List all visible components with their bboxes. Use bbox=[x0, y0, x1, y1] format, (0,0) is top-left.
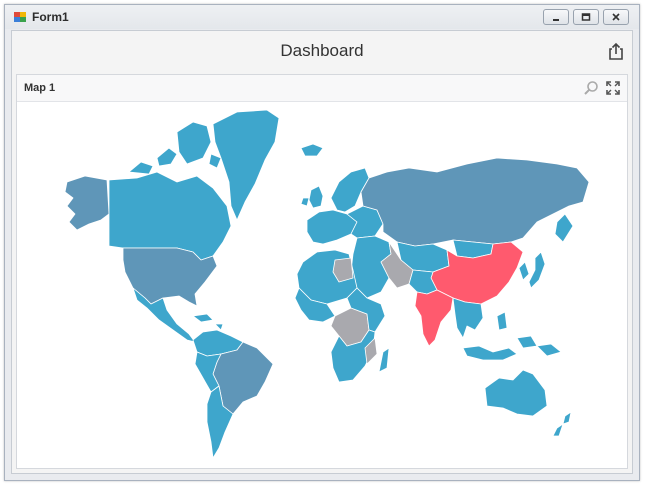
region-uk[interactable] bbox=[300, 185, 324, 209]
map-panel-title: Map 1 bbox=[24, 82, 56, 94]
minimize-button[interactable] bbox=[543, 9, 569, 25]
region-arctic-islands[interactable] bbox=[128, 121, 222, 175]
maximize-button[interactable] bbox=[573, 9, 599, 25]
region-alaska[interactable] bbox=[64, 175, 110, 231]
region-madagascar[interactable] bbox=[378, 347, 390, 373]
region-papua[interactable] bbox=[536, 343, 562, 357]
close-icon bbox=[612, 13, 620, 21]
dashboard-title: Dashboard bbox=[280, 41, 364, 60]
form-client-area: Dashboard Map 1 bbox=[11, 30, 633, 474]
region-new-zealand[interactable] bbox=[552, 411, 572, 437]
minimize-icon bbox=[553, 19, 559, 21]
region-japan[interactable] bbox=[528, 251, 546, 289]
world-map[interactable] bbox=[17, 102, 627, 468]
export-icon[interactable] bbox=[606, 42, 626, 62]
region-south-central-asia[interactable] bbox=[408, 269, 438, 295]
app-icon bbox=[14, 12, 26, 22]
map-panel: Map 1 bbox=[16, 74, 628, 469]
map-panel-header: Map 1 bbox=[17, 75, 627, 102]
world-map-canvas[interactable] bbox=[17, 102, 631, 475]
region-india[interactable] bbox=[414, 289, 454, 347]
region-russian-far-east[interactable] bbox=[554, 213, 574, 243]
region-korea[interactable] bbox=[518, 261, 530, 281]
application-window: Form1 Dashboard Map 1 bbox=[4, 4, 640, 481]
region-iceland[interactable] bbox=[300, 143, 324, 157]
title-bar[interactable]: Form1 bbox=[5, 5, 639, 29]
close-button[interactable] bbox=[603, 9, 629, 25]
fullscreen-icon[interactable] bbox=[605, 80, 621, 96]
maximize-icon bbox=[581, 13, 591, 21]
zoom-icon[interactable] bbox=[583, 80, 599, 96]
dashboard-header: Dashboard bbox=[12, 31, 632, 71]
region-canada[interactable] bbox=[108, 171, 232, 261]
region-australia[interactable] bbox=[484, 369, 548, 417]
window-title: Form1 bbox=[32, 10, 69, 24]
region-caribbean[interactable] bbox=[192, 313, 224, 331]
region-southeast-asia[interactable] bbox=[452, 297, 484, 339]
